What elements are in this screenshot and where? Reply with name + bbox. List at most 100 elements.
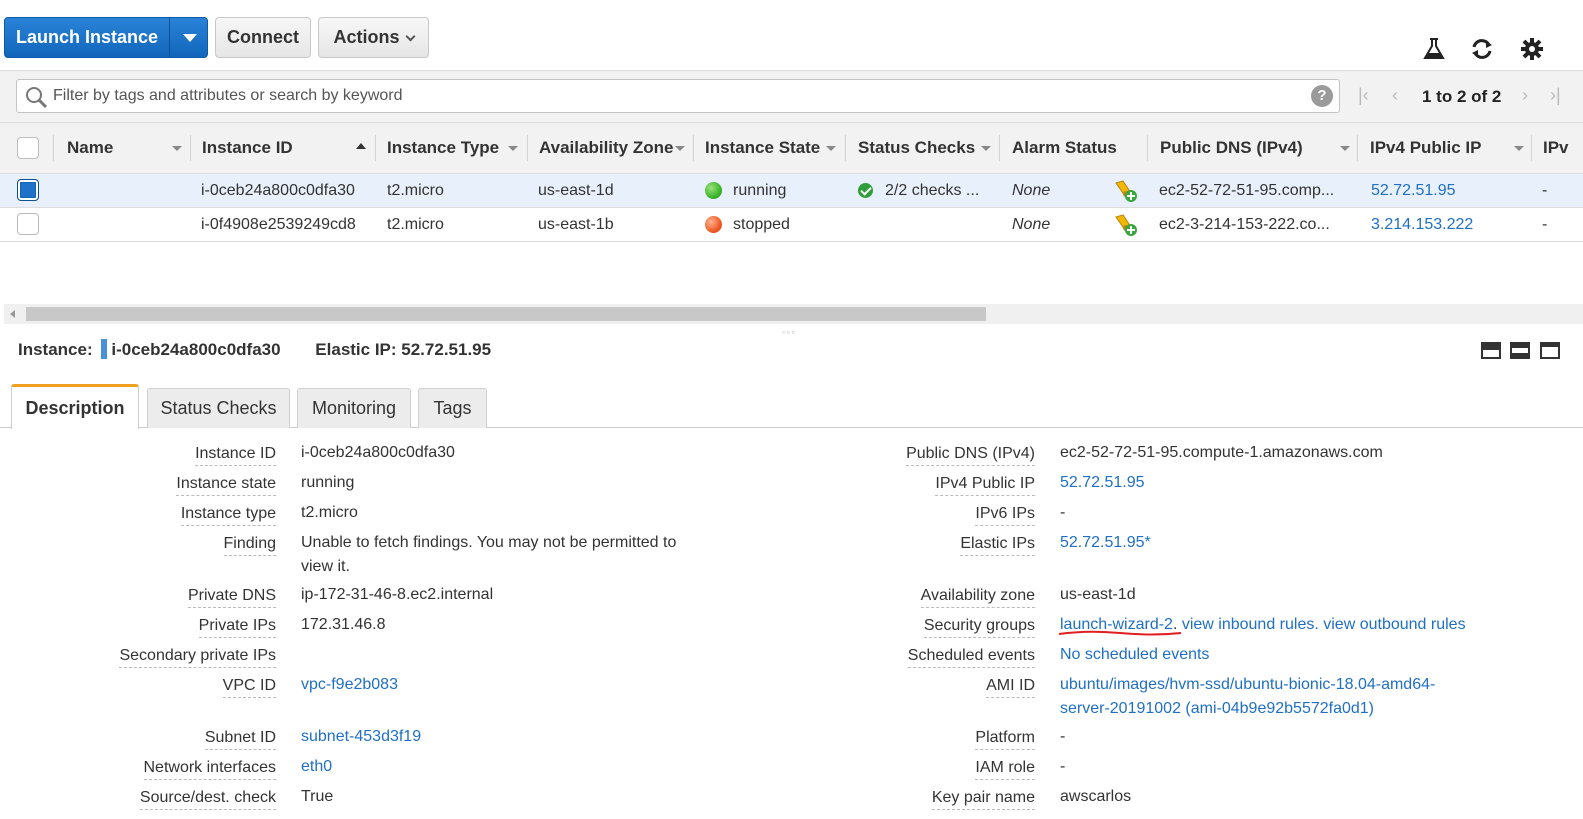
field-label: Availability zone [920,587,1035,608]
launch-instance-button[interactable]: Launch Instance [4,17,208,58]
table-row[interactable]: i-0ceb24a800c0dfa30 t2.micro us-east-1d … [0,174,1583,208]
network-interface-link[interactable]: eth0 [301,755,332,779]
panel-resize-handle[interactable]: ▫▫▫ [782,328,797,337]
search-input[interactable] [53,83,1293,109]
column-header-public-dns[interactable]: Public DNS (IPv4) [1160,123,1352,173]
panel-maximize-icon[interactable] [1481,342,1501,359]
vpc-id-link[interactable]: vpc-f9e2b083 [301,673,398,697]
view-inbound-rules-link[interactable]: view inbound rules [1182,616,1315,633]
field-value: - [1060,504,1066,521]
scrollbar-thumb[interactable] [26,307,986,321]
cell-public-dns: ec2-52-72-51-95.comp... [1159,182,1335,199]
field-label: Instance type [180,505,276,526]
help-icon[interactable]: ? [1311,85,1333,107]
cell-ipv4-public-ip[interactable]: 3.214.153.222 [1371,208,1521,241]
horizontal-scrollbar[interactable] [4,304,1583,324]
ipv4-public-ip-link[interactable]: 52.72.51.95 [1060,471,1145,495]
field-label: Secondary private IPs [119,647,276,668]
refresh-icon[interactable] [1469,36,1495,62]
cell-ipv6: - [1542,216,1548,233]
sort-ascending-icon [356,143,366,149]
column-header-instance-state[interactable]: Instance State [705,123,841,173]
scheduled-events-link[interactable]: No scheduled events [1060,643,1209,667]
sort-icon [172,146,182,151]
create-alarm-icon[interactable] [1113,178,1139,204]
column-header-name[interactable]: Name [67,123,187,173]
launch-instance-dropdown[interactable] [169,18,208,57]
column-label: Status Checks [858,138,976,157]
table-row[interactable]: i-0f4908e2539249cd8 t2.micro us-east-1b … [0,208,1583,242]
field-label: Security groups [923,617,1035,638]
elastic-ip-label: Elastic IP: 52.72.51.95 [315,340,492,359]
elastic-ip-link[interactable]: 52.72.51.95* [1060,531,1151,555]
detail-tabs: Description Status Checks Monitoring Tag… [0,384,1583,429]
beaker-icon[interactable] [1421,36,1447,62]
table-header: Name Instance ID Instance Type Availabil… [0,122,1583,174]
running-status-icon [705,182,722,199]
row-checkbox[interactable] [17,213,39,235]
field-value: awscarlos [1060,788,1132,805]
gear-icon[interactable] [1519,36,1545,62]
ami-id-link[interactable]: ubuntu/images/hvm-ssd/ubuntu-bionic-18.0… [1060,673,1460,721]
column-header-instance-id[interactable]: Instance ID [202,123,372,173]
cell-status-checks[interactable]: 2/2 checks ... [885,174,989,207]
cell-public-dns: ec2-3-214-153-222.co... [1159,216,1330,233]
connect-button[interactable]: Connect [215,17,311,58]
actions-button[interactable]: Actions [318,17,429,58]
column-header-alarm-status[interactable]: Alarm Status [1012,123,1142,173]
prev-page-icon[interactable]: ‹ [1392,85,1398,106]
search-box[interactable]: ? [16,79,1340,113]
column-separator [1147,135,1148,161]
select-all-checkbox[interactable] [17,137,39,159]
sort-icon [675,146,685,151]
sort-icon [826,146,836,151]
column-label: Public DNS (IPv4) [1160,138,1303,157]
cell-instance-type: t2.micro [387,182,444,199]
field-label: Network interfaces [143,759,276,780]
field-value: i-0ceb24a800c0dfa30 [301,444,455,461]
check-passed-icon [858,183,873,198]
first-page-icon[interactable]: |‹ [1358,85,1369,106]
instance-label: Instance: [18,340,93,359]
tab-description[interactable]: Description [11,384,139,429]
column-header-ipv4-public-ip[interactable]: IPv4 Public IP [1370,123,1530,173]
column-label: Alarm Status [1012,138,1117,157]
field-label: Instance state [176,475,276,496]
panel-split-icon[interactable] [1510,342,1530,359]
field-label: Instance ID [195,445,276,466]
field-value: Unable to fetch findings. You may not be… [301,534,677,575]
field-label: IPv4 Public IP [935,475,1035,496]
next-page-icon[interactable]: › [1522,85,1528,106]
column-header-status-checks[interactable]: Status Checks [858,123,996,173]
column-separator [1357,135,1358,161]
annotation-underline [1058,630,1182,636]
field-value: running [301,474,355,491]
field-label: VPC ID [222,677,276,698]
create-alarm-icon[interactable] [1113,212,1139,238]
subnet-id-link[interactable]: subnet-453d3f19 [301,725,421,749]
instance-id: i-0ceb24a800c0dfa30 [111,340,281,359]
tab-monitoring[interactable]: Monitoring [297,388,411,428]
field-label: Subnet ID [204,729,276,750]
tab-tags[interactable]: Tags [418,388,487,428]
sort-icon [1340,146,1350,151]
tab-status-checks[interactable]: Status Checks [147,388,290,428]
field-value: - [1060,758,1066,775]
row-checkbox[interactable] [17,179,39,201]
column-header-instance-type[interactable]: Instance Type [387,123,524,173]
column-separator [999,135,1000,161]
view-outbound-rules-link[interactable]: view outbound rules [1323,616,1465,633]
column-separator [845,135,846,161]
chevron-down-icon [405,31,416,42]
panel-minimize-icon[interactable] [1540,342,1560,359]
launch-instance-label[interactable]: Launch Instance [5,18,169,57]
column-header-ipv6[interactable]: IPv [1543,123,1583,173]
cell-ipv4-public-ip[interactable]: 52.72.51.95 [1371,174,1521,207]
column-label: Name [67,138,114,157]
column-label: IPv4 Public IP [1370,138,1482,157]
column-header-availability-zone[interactable]: Availability Zone [539,123,689,173]
scroll-left-icon[interactable] [10,310,15,318]
caret-down-icon [183,34,197,42]
column-label: Instance Type [387,138,500,157]
last-page-icon[interactable]: ›| [1550,85,1561,106]
